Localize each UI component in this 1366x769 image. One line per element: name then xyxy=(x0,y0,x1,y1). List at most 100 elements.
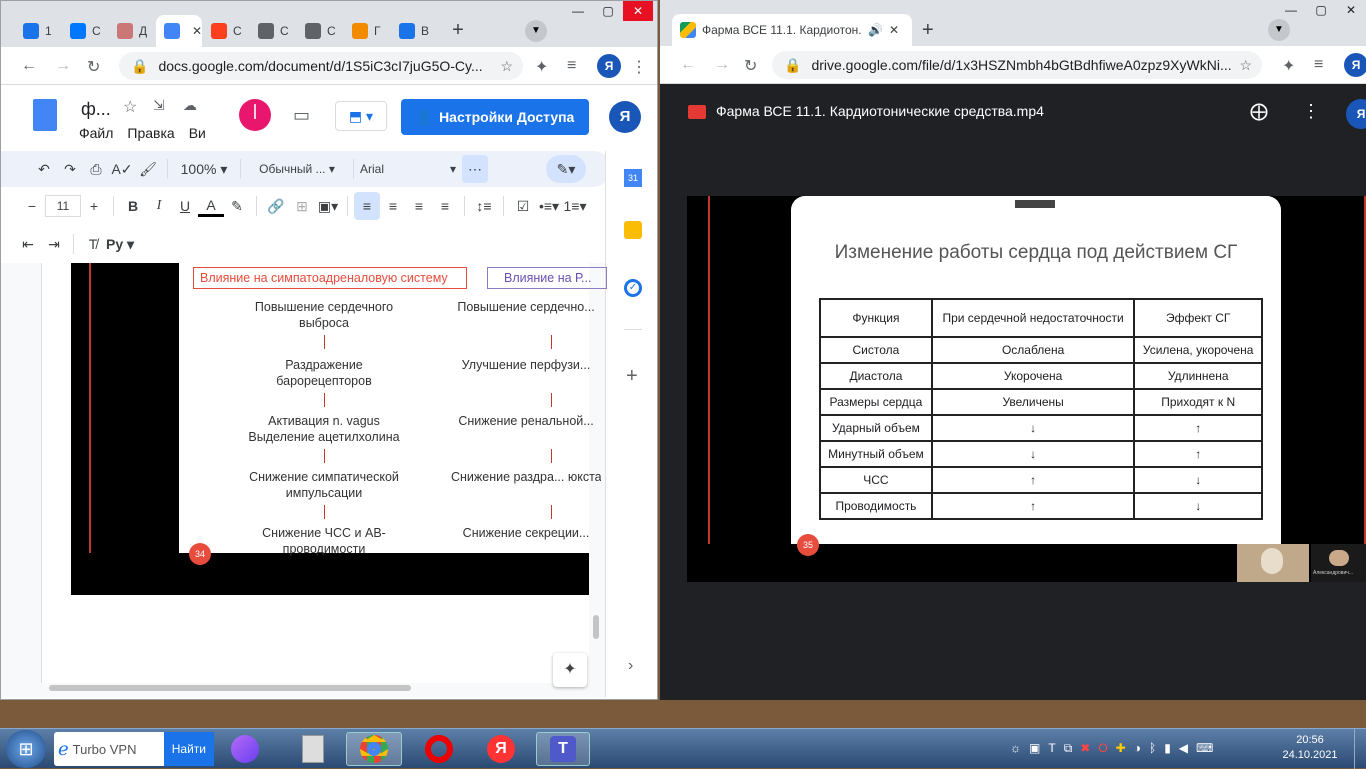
tray-app-icon[interactable]: ☼ xyxy=(1010,741,1021,756)
doc-title[interactable]: ф... xyxy=(81,99,111,120)
tray-app-icon[interactable]: ▣ xyxy=(1029,741,1040,756)
star-icon[interactable]: ☆ xyxy=(123,97,137,117)
decrease-size-button[interactable]: − xyxy=(19,192,45,220)
bulleted-list-icon[interactable]: •≡▾ xyxy=(536,192,562,220)
tab-3[interactable]: ✕ xyxy=(156,15,202,47)
text-color-icon[interactable]: A xyxy=(198,195,224,217)
maximize-button[interactable]: ▢ xyxy=(593,1,623,21)
style-select[interactable]: Обычный ... ▾ xyxy=(247,155,347,183)
paint-format-icon[interactable]: 🖌 xyxy=(135,155,161,183)
minimize-button[interactable]: — xyxy=(1276,0,1306,20)
extensions-icon[interactable]: ✦ xyxy=(535,57,548,77)
opera-tray-icon[interactable]: O xyxy=(1098,741,1107,756)
more-actions-icon[interactable]: ⋮ xyxy=(1302,101,1320,122)
reload-icon[interactable]: ↻ xyxy=(744,56,757,76)
menu-item[interactable]: Ви xyxy=(189,125,206,141)
tab-4[interactable]: С xyxy=(203,15,249,47)
profile-avatar[interactable]: Я xyxy=(1344,53,1366,77)
reload-icon[interactable]: ↻ xyxy=(87,57,100,77)
language-icon[interactable]: ⌨ xyxy=(1196,741,1213,756)
forward-icon[interactable]: → xyxy=(55,57,71,75)
comments-icon[interactable]: ▭ xyxy=(293,105,310,126)
media-icon[interactable]: ≡ xyxy=(1314,56,1323,74)
new-tab-button[interactable]: + xyxy=(922,19,934,42)
tray-app-icon[interactable]: ✚ xyxy=(1116,741,1126,756)
numbered-list-icon[interactable]: 1≡▾ xyxy=(562,192,588,220)
add-comment-icon[interactable]: ⊞ xyxy=(289,192,315,220)
tab-search-icon[interactable]: ▼ xyxy=(525,20,547,42)
tab-6[interactable]: С xyxy=(297,15,343,47)
show-desktop-button[interactable] xyxy=(1354,729,1366,769)
meet-icon[interactable]: ꟾ xyxy=(239,99,271,131)
share-button[interactable]: 👤 Настройки Доступа xyxy=(401,99,589,135)
more-icon[interactable]: ⋯ xyxy=(462,155,488,183)
align-right-icon[interactable]: ≡ xyxy=(406,192,432,220)
link-icon[interactable]: 🔗 xyxy=(263,192,289,220)
profile-avatar[interactable]: Я xyxy=(597,54,621,78)
horizontal-scrollbar[interactable] xyxy=(49,685,411,691)
add-addon-icon[interactable]: + xyxy=(626,365,638,388)
calendar-icon[interactable]: 31 xyxy=(624,169,642,187)
menu-item[interactable]: Файл xyxy=(79,125,113,141)
calculator-icon[interactable] xyxy=(296,732,330,766)
font-select[interactable]: Arial ▾ xyxy=(360,155,456,183)
increase-indent-icon[interactable]: ⇥ xyxy=(41,230,67,258)
tab-drive-video[interactable]: Фарма ВСЕ 11.1. Кардиотон... 🔊 ✕ xyxy=(672,14,912,46)
expand-panel-icon[interactable]: › xyxy=(628,657,633,675)
url-field[interactable]: 🔒 drive.google.com/file/d/1x3HSZNmbh4bGt… xyxy=(772,51,1262,79)
signal-icon[interactable]: ▮ xyxy=(1164,741,1171,756)
alice-icon[interactable] xyxy=(228,732,262,766)
tasks-icon[interactable]: ✓ xyxy=(624,279,642,297)
present-button[interactable]: ⬒ ▾ xyxy=(335,101,387,131)
align-left-icon[interactable]: ≡ xyxy=(354,192,380,220)
decrease-indent-icon[interactable]: ⇤ xyxy=(15,230,41,258)
back-icon[interactable]: ← xyxy=(21,57,37,75)
clear-formatting-icon[interactable]: T̸ xyxy=(80,230,106,258)
justify-icon[interactable]: ≡ xyxy=(432,192,458,220)
back-icon[interactable]: ← xyxy=(680,56,696,74)
media-icon[interactable]: ≡ xyxy=(567,57,576,75)
start-button[interactable]: ⊞ xyxy=(6,730,46,768)
volume-icon[interactable]: ◀ xyxy=(1179,741,1188,756)
chrome-taskbar-icon[interactable] xyxy=(346,732,402,766)
vertical-scrollbar[interactable] xyxy=(593,615,599,639)
url-field[interactable]: 🔒 docs.google.com/document/d/1S5iC3cI7ju… xyxy=(119,52,523,80)
vpn-search[interactable]: ℯ Turbo VPN Найти xyxy=(54,732,214,766)
keep-icon[interactable] xyxy=(624,221,642,239)
new-tab-button[interactable]: + xyxy=(447,20,469,42)
tab-0[interactable]: 1 xyxy=(15,15,61,47)
tab-1[interactable]: С xyxy=(62,15,108,47)
teams-icon[interactable]: T xyxy=(536,732,590,766)
italic-icon[interactable]: I xyxy=(146,192,172,220)
line-spacing-icon[interactable]: ↕≡ xyxy=(471,192,497,220)
tab-close-icon[interactable]: ✕ xyxy=(889,23,899,37)
viewer-avatar[interactable]: Я xyxy=(1346,99,1366,129)
align-center-icon[interactable]: ≡ xyxy=(380,192,406,220)
underline-icon[interactable]: U xyxy=(172,192,198,220)
tab-2[interactable]: Д xyxy=(109,15,155,47)
explore-icon[interactable]: ✦ xyxy=(553,653,587,687)
menu-item[interactable]: Правка xyxy=(127,125,174,141)
bookmark-star-icon[interactable]: ☆ xyxy=(1239,57,1252,74)
opera-icon[interactable] xyxy=(414,732,464,766)
tab-search-icon[interactable]: ▼ xyxy=(1268,19,1290,41)
forward-icon[interactable]: → xyxy=(714,56,730,74)
teams-tray-icon[interactable]: T xyxy=(1048,741,1055,756)
checklist-icon[interactable]: ☑ xyxy=(510,192,536,220)
add-to-drive-icon[interactable]: ⨁ xyxy=(1250,101,1268,122)
minimize-button[interactable]: — xyxy=(563,1,593,21)
tray-app-icon[interactable]: ⧉ xyxy=(1064,741,1073,756)
bookmark-star-icon[interactable]: ☆ xyxy=(500,58,513,75)
redo-icon[interactable]: ↷ xyxy=(57,155,83,183)
tab-8[interactable]: В xyxy=(391,15,437,47)
tab-5[interactable]: С xyxy=(250,15,296,47)
maximize-button[interactable]: ▢ xyxy=(1306,0,1336,20)
font-size-field[interactable]: 11 xyxy=(45,195,81,217)
tray-app-icon[interactable]: ◑ xyxy=(1134,741,1141,756)
clock[interactable]: 20:56 24.10.2021 xyxy=(1280,733,1340,763)
tab-close-icon[interactable]: ✕ xyxy=(192,24,202,38)
docs-avatar[interactable]: Я xyxy=(609,101,641,133)
tray-app-icon[interactable]: ✖ xyxy=(1080,741,1090,756)
editing-mode-icon[interactable]: ✎▾ xyxy=(546,155,586,183)
yandex-browser-icon[interactable]: Я xyxy=(476,732,526,766)
